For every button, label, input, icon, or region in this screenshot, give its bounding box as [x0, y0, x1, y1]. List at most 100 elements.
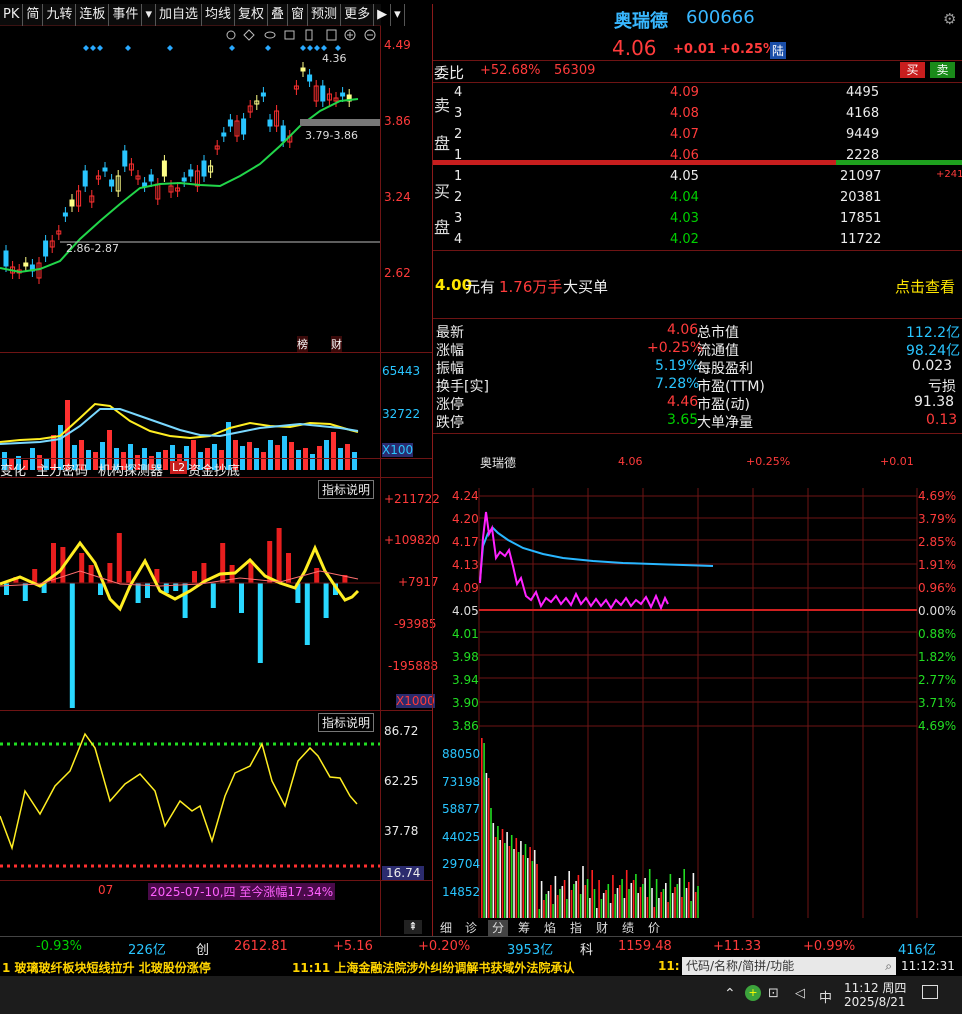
intraday-vol-bar	[593, 889, 596, 918]
ind-tab-bottom-fund[interactable]: 资金抄底	[188, 460, 240, 479]
ime-indicator[interactable]: 中	[819, 987, 832, 1006]
intraday-vol-bar	[694, 892, 697, 918]
ask-row[interactable]: 3 4.08 4168	[434, 104, 962, 125]
taskbar-clock[interactable]: 11:12 周四	[844, 979, 906, 996]
search-icon[interactable]: ⌕	[885, 957, 892, 975]
collapse-icon[interactable]: ⇞	[404, 920, 422, 934]
intraday-volume-bars	[481, 738, 699, 918]
search-input[interactable]: 代码/名称/简拼/功能 ⌕	[682, 957, 896, 975]
index-name-ke[interactable]: 科	[580, 939, 593, 958]
tab-diagnose[interactable]: 诊	[465, 920, 477, 936]
toolbar-event[interactable]: 事件	[109, 4, 143, 26]
kdj-axis: 62.25	[384, 774, 419, 788]
toolbar-play-icon[interactable]: ▶	[374, 4, 392, 26]
weibi-ratio: +52.68%	[480, 63, 541, 78]
toolbar-add-watch[interactable]: 加自选	[156, 4, 202, 26]
toolbar-jiuzhuan[interactable]: 九转	[43, 4, 77, 26]
tab-fen[interactable]: 分	[488, 920, 509, 936]
toolbar-more[interactable]: 更多	[341, 4, 375, 26]
stock-code: 600666	[686, 7, 755, 28]
intraday-price-tick: 4.01	[452, 627, 479, 641]
toolbar-forecast[interactable]: 预测	[308, 4, 342, 26]
bid-row[interactable]: 2 4.04 20381	[434, 188, 962, 209]
candle-body	[280, 125, 286, 142]
news-item[interactable]: 1 玻璃玻纤板块短线拉升 北玻股份涨停	[2, 959, 211, 976]
ind-tab-main[interactable]: 主力密码	[36, 460, 88, 479]
bid-row[interactable]: 4 4.02 11722	[434, 230, 962, 251]
intraday-chart[interactable]	[433, 488, 962, 918]
ind-tab-l2-badge[interactable]: L2	[170, 461, 188, 474]
intraday-vol-bar	[490, 808, 492, 918]
intraday-vol-bar	[692, 873, 695, 918]
speaker-icon[interactable]: ◁	[795, 986, 805, 1001]
ask-row[interactable]: 2 4.07 9449	[434, 125, 962, 146]
taskbar-date[interactable]: 2025/8/21	[844, 995, 906, 1009]
notification-icon[interactable]	[922, 985, 938, 999]
ask-row[interactable]: 4 4.09 4495	[434, 83, 962, 104]
kdj-axis: 37.78	[384, 824, 419, 838]
candle-body	[300, 67, 306, 72]
tab-index[interactable]: 指	[570, 920, 582, 936]
tab-flame[interactable]: 焰	[544, 920, 556, 936]
buy-button[interactable]: 买	[900, 62, 925, 78]
kline-candles	[3, 62, 352, 284]
news-item[interactable]: 11:	[658, 959, 680, 973]
intraday-vol-bar	[524, 844, 527, 918]
candle-body	[340, 92, 346, 97]
tab-finance[interactable]: 财	[596, 920, 608, 936]
intraday-pct-tick: 0.96%	[918, 581, 957, 595]
intraday-vol-bar	[642, 884, 644, 918]
intraday-vol-bar	[662, 889, 665, 918]
bid-row[interactable]: 3 4.03 17851	[434, 209, 962, 230]
gear-icon[interactable]: ⚙	[943, 10, 956, 28]
intraday-price-tick: 4.17	[452, 535, 479, 549]
network-icon[interactable]: ⊡	[768, 986, 779, 1001]
intraday-vol-bar	[621, 879, 623, 918]
intraday-vol-bar	[568, 871, 570, 918]
chevron-up-icon[interactable]: ⌃	[724, 986, 736, 1002]
tag-bang[interactable]: 榜	[297, 336, 308, 352]
ind-tab-institution[interactable]: 机构探测器	[98, 460, 163, 479]
toolbar-window[interactable]: 窗	[288, 4, 309, 26]
tab-detail[interactable]: 细	[440, 920, 452, 936]
toolbar-ma[interactable]: 均线	[202, 4, 235, 26]
info-value: 4.06	[667, 322, 699, 338]
tab-perf[interactable]: 绩	[622, 920, 634, 936]
toolbar-simple[interactable]: 简	[23, 4, 44, 26]
sell-button[interactable]: 卖	[930, 62, 955, 78]
tab-price[interactable]: 价	[648, 920, 660, 936]
info-value: 112.2亿	[906, 325, 961, 341]
macd-explain-button[interactable]: 指标说明	[318, 480, 375, 499]
intraday-vol-bar	[536, 864, 538, 918]
app-tray-icon[interactable]: +	[745, 985, 761, 1001]
intraday-vol-bar	[602, 893, 605, 918]
kdj-explain-button[interactable]: 指标说明	[318, 713, 375, 732]
macd-bar	[116, 533, 122, 583]
intraday-vol-bar	[671, 893, 674, 918]
toolbar-menu-dropdown[interactable]: ▾	[391, 4, 405, 26]
intraday-vol-bar	[681, 897, 683, 918]
intraday-vol-bar	[563, 880, 566, 918]
intraday-vol-bar	[600, 899, 603, 918]
intraday-pct-tick: 4.69%	[918, 489, 957, 503]
intraday-vol-bar	[648, 869, 651, 918]
intraday-vol-bar	[510, 835, 513, 918]
toolbar-lianban[interactable]: 连板	[76, 4, 110, 26]
lu-badge[interactable]: 陆	[770, 42, 787, 59]
intraday-vol-bar	[499, 840, 501, 918]
toolbar-adjust[interactable]: 复权	[235, 4, 269, 26]
index-name-chuang[interactable]: 创	[196, 939, 209, 958]
tab-chip[interactable]: 筹	[518, 920, 530, 936]
bigorder-link[interactable]: 点击查看	[895, 276, 955, 297]
toolbar-event-dropdown[interactable]: ▾	[142, 4, 156, 26]
news-item[interactable]: 11:11 上海金融法院涉外纠纷调解书获域外法院承认	[292, 959, 574, 976]
bid-row[interactable]: 1 4.05 21097 +241	[434, 167, 962, 188]
intraday-pct-tick: 2.85%	[918, 535, 957, 549]
tag-cai[interactable]: 财	[331, 336, 342, 352]
ind-tab-change[interactable]: 变化	[0, 460, 26, 479]
candle-body	[82, 170, 88, 187]
toolbar-overlay[interactable]: 叠	[268, 4, 289, 26]
intraday-vol-bar	[655, 879, 658, 918]
toolbar-pk[interactable]: PK	[0, 4, 24, 26]
info-value: 0.023	[912, 358, 953, 374]
